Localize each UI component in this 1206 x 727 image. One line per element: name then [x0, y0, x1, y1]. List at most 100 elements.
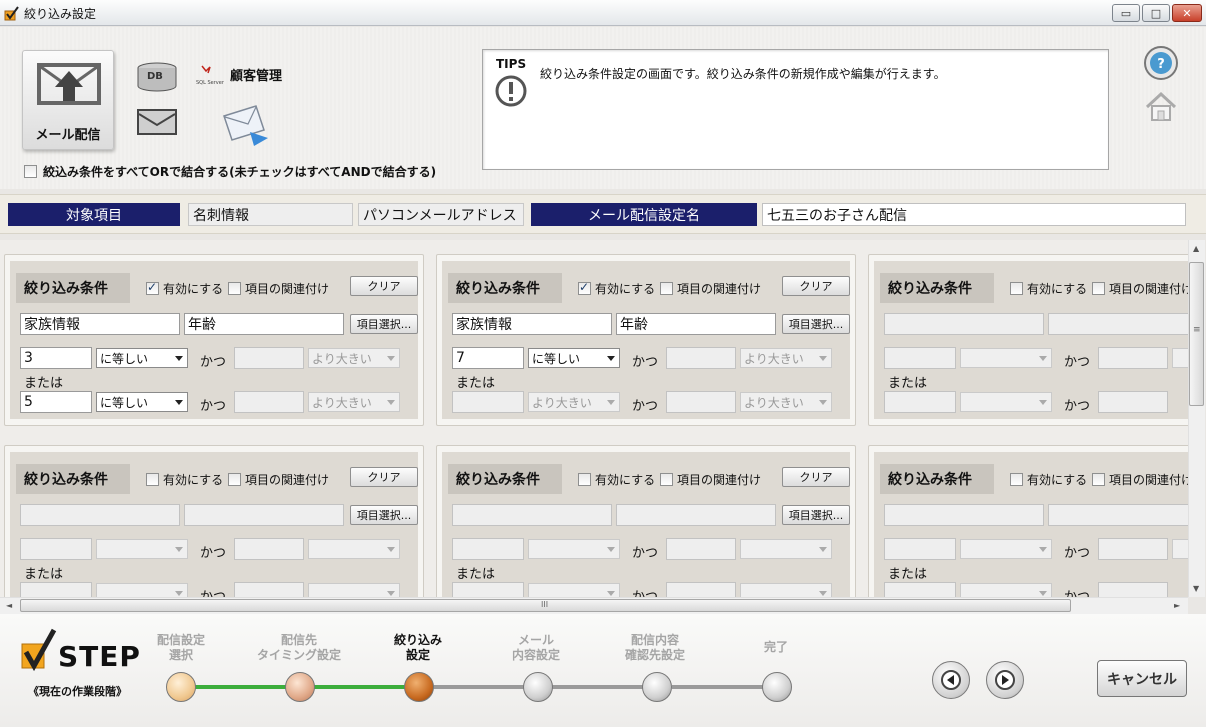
value-input-3[interactable]: [20, 582, 92, 597]
link-option[interactable]: 項目の関連付け: [228, 471, 329, 488]
or-combine-checkbox[interactable]: [24, 165, 37, 178]
value-input-1[interactable]: 7: [452, 347, 524, 369]
value-input-2[interactable]: [234, 538, 304, 560]
link-checkbox[interactable]: [660, 473, 673, 486]
value-input-1[interactable]: [452, 538, 524, 560]
value-input-4[interactable]: [666, 582, 736, 597]
select-item-button[interactable]: 項目選択...: [350, 314, 418, 334]
link-checkbox[interactable]: [228, 282, 241, 295]
clear-button[interactable]: クリア: [350, 276, 418, 296]
minimize-button[interactable]: ▭: [1112, 4, 1140, 22]
field-input-1[interactable]: [452, 504, 612, 526]
scroll-up-icon[interactable]: ▲: [1193, 244, 1199, 253]
value-input-3[interactable]: [884, 391, 956, 413]
scroll-down-icon[interactable]: ▼: [1193, 584, 1199, 593]
operator-select-2[interactable]: [740, 539, 832, 559]
enable-option[interactable]: 有効にする: [1010, 471, 1087, 488]
operator-select-3[interactable]: より大きい: [528, 392, 620, 412]
field-input-2[interactable]: 年齢: [616, 313, 776, 335]
operator-select-1[interactable]: [96, 539, 188, 559]
link-option[interactable]: 項目の関連付け: [1092, 280, 1188, 297]
field-input-1[interactable]: [884, 313, 1044, 335]
next-button[interactable]: [986, 661, 1024, 699]
operator-select-1[interactable]: に等しい: [96, 348, 188, 368]
value-input-2[interactable]: [666, 347, 736, 369]
value-input-1[interactable]: 3: [20, 347, 92, 369]
field-input-2[interactable]: 年齢: [184, 313, 344, 335]
link-checkbox[interactable]: [660, 282, 673, 295]
scroll-left-icon[interactable]: ◄: [6, 601, 12, 610]
operator-select-4[interactable]: [740, 583, 832, 597]
enable-checkbox[interactable]: [578, 473, 591, 486]
operator-select-1[interactable]: [960, 539, 1052, 559]
link-option[interactable]: 項目の関連付け: [660, 280, 761, 297]
field-input-2[interactable]: [616, 504, 776, 526]
enable-option[interactable]: 有効にする: [1010, 280, 1087, 297]
operator-select-4[interactable]: より大きい: [308, 392, 400, 412]
envelope-icon[interactable]: [136, 108, 178, 136]
operator-select-2[interactable]: [1172, 348, 1188, 368]
field-input-2[interactable]: [184, 504, 344, 526]
link-option[interactable]: 項目の関連付け: [660, 471, 761, 488]
maximize-button[interactable]: □: [1142, 4, 1170, 22]
operator-select-1[interactable]: に等しい: [528, 348, 620, 368]
operator-select-3[interactable]: [960, 392, 1052, 412]
field-input-1[interactable]: 家族情報: [20, 313, 180, 335]
enable-option[interactable]: 有効にする: [146, 280, 223, 297]
value-input-3[interactable]: [452, 582, 524, 597]
select-item-button[interactable]: 項目選択...: [350, 505, 418, 525]
operator-select-3[interactable]: [528, 583, 620, 597]
help-icon[interactable]: ?: [1142, 44, 1180, 82]
value-input-3[interactable]: [884, 582, 956, 597]
enable-option[interactable]: 有効にする: [146, 471, 223, 488]
value-input-4[interactable]: [1098, 582, 1168, 597]
operator-select-4[interactable]: [308, 583, 400, 597]
enable-checkbox[interactable]: [1010, 473, 1023, 486]
enable-checkbox[interactable]: [146, 473, 159, 486]
value-input-3[interactable]: 5: [20, 391, 92, 413]
operator-select-1[interactable]: [528, 539, 620, 559]
value-input-3[interactable]: [452, 391, 524, 413]
value-input-1[interactable]: [884, 538, 956, 560]
operator-select-3[interactable]: [96, 583, 188, 597]
link-option[interactable]: 項目の関連付け: [228, 280, 329, 297]
operator-select-3[interactable]: [960, 583, 1052, 597]
link-option[interactable]: 項目の関連付け: [1092, 471, 1188, 488]
value-input-4[interactable]: [666, 391, 736, 413]
cancel-button[interactable]: キャンセル: [1097, 660, 1187, 697]
close-button[interactable]: ✕: [1172, 4, 1202, 22]
value-input-2[interactable]: [234, 347, 304, 369]
clear-button[interactable]: クリア: [782, 276, 850, 296]
field-input-2[interactable]: [1048, 313, 1188, 335]
value-input-4[interactable]: [234, 391, 304, 413]
enable-option[interactable]: 有効にする: [578, 280, 655, 297]
back-button[interactable]: [932, 661, 970, 699]
or-combine-option[interactable]: 絞込み条件をすべてORで結合する(未チェックはすべてANDで結合する): [24, 163, 436, 180]
operator-select-2[interactable]: [1172, 539, 1188, 559]
enable-checkbox[interactable]: [578, 280, 591, 295]
home-icon[interactable]: [1142, 88, 1180, 126]
operator-select-2[interactable]: より大きい: [308, 348, 400, 368]
value-input-2[interactable]: [1098, 538, 1168, 560]
enable-option[interactable]: 有効にする: [578, 471, 655, 488]
field-input-1[interactable]: [20, 504, 180, 526]
horizontal-scroll-thumb[interactable]: III: [20, 599, 1071, 612]
send-mail-icon[interactable]: [220, 102, 272, 146]
field-input-1[interactable]: [884, 504, 1044, 526]
operator-select-1[interactable]: [960, 348, 1052, 368]
select-item-button[interactable]: 項目選択...: [782, 314, 850, 334]
link-checkbox[interactable]: [1092, 473, 1105, 486]
value-input-1[interactable]: [20, 538, 92, 560]
operator-select-2[interactable]: [308, 539, 400, 559]
enable-checkbox[interactable]: [1010, 282, 1023, 295]
field-input-1[interactable]: 家族情報: [452, 313, 612, 335]
value-input-2[interactable]: [666, 538, 736, 560]
operator-select-4[interactable]: より大きい: [740, 392, 832, 412]
value-input-4[interactable]: [234, 582, 304, 597]
operator-select-2[interactable]: より大きい: [740, 348, 832, 368]
link-checkbox[interactable]: [1092, 282, 1105, 295]
field-input-2[interactable]: [1048, 504, 1188, 526]
vertical-scroll-thumb[interactable]: ≡: [1189, 262, 1204, 406]
clear-button[interactable]: クリア: [782, 467, 850, 487]
operator-select-3[interactable]: に等しい: [96, 392, 188, 412]
